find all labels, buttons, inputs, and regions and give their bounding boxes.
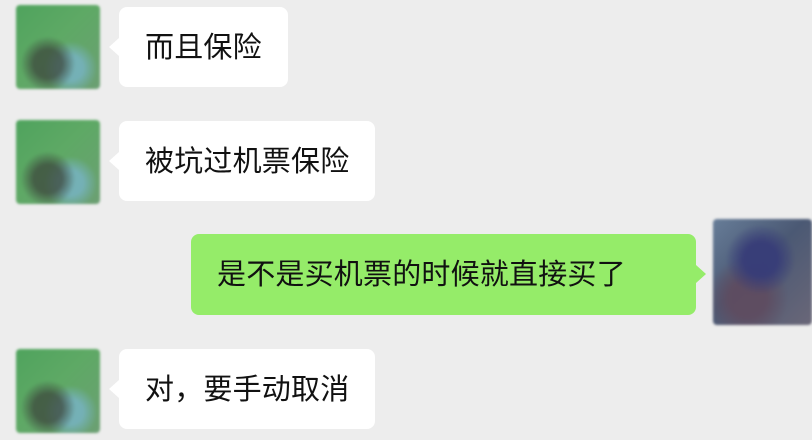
contact-avatar[interactable] [16,5,100,89]
incoming-message[interactable]: 而且保险 [109,7,288,87]
message-text: 而且保险 [145,29,262,64]
user-avatar[interactable] [713,219,812,325]
outgoing-message[interactable]: 是不是买机票的时候就直接买了 [191,234,706,315]
message-text: 被坑过机票保险 [145,143,350,178]
incoming-message[interactable]: 对，要手动取消 [108,349,376,429]
message-text: 是不是买机票的时候就直接买了 [217,257,626,291]
contact-avatar[interactable] [16,349,100,433]
message-text: 对，要手动取消 [145,371,350,406]
contact-avatar[interactable] [16,120,100,204]
incoming-message[interactable]: 被坑过机票保险 [108,121,376,201]
